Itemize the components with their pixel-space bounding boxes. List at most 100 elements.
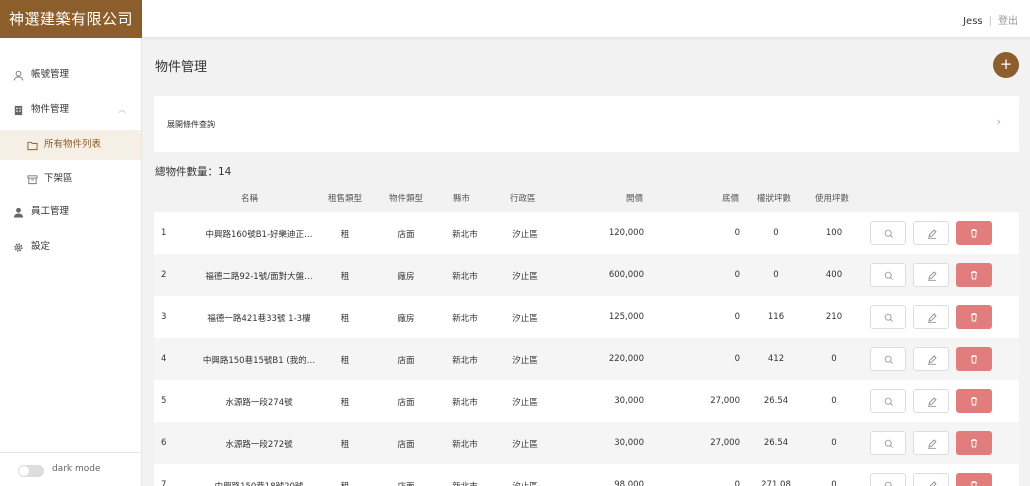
delete-button[interactable]: [956, 305, 992, 329]
user-separator: |: [988, 16, 992, 27]
view-button[interactable]: [870, 347, 906, 371]
view-button[interactable]: [870, 263, 906, 287]
city: 新北市: [452, 398, 478, 408]
property-name: 水源路一段274號: [225, 398, 293, 408]
view-button[interactable]: [870, 473, 906, 486]
column-header: 使用坪數: [815, 194, 850, 204]
edit-button[interactable]: [913, 389, 949, 413]
floor-price: 0: [734, 480, 740, 486]
district: 汐止區: [512, 440, 538, 450]
view-button[interactable]: [870, 431, 906, 455]
pencil-icon: [928, 229, 937, 239]
trash-icon: [971, 439, 977, 448]
sidebar-item-label: 員工管理: [31, 206, 70, 217]
delete-button[interactable]: [956, 221, 992, 245]
table-row: 6 水源路一段272號 租 店面 新北市 汐止區 30,000 27,000 26.54 0: [154, 422, 1019, 464]
rent-sale-type: 租: [340, 440, 350, 450]
column-header: 物件類型: [389, 194, 424, 204]
edit-button[interactable]: [913, 305, 949, 329]
table-row: 1 中興路160號B1-好樂迪正… 租 店面 新北市 汐止區 120,000 0 0 100: [154, 212, 1019, 254]
usable-ping: 210: [825, 312, 843, 322]
column-header: 開價: [626, 194, 644, 204]
floor-price: 27,000: [710, 438, 740, 448]
property-type: 店面: [397, 230, 415, 240]
floor-price: 27,000: [710, 396, 740, 406]
district: 汐止區: [512, 356, 538, 366]
property-type: 店面: [389, 480, 423, 486]
sidebar-item-archive[interactable]: 下架區: [0, 164, 141, 194]
search-icon: [884, 229, 893, 238]
trash-icon: [971, 481, 977, 486]
row-index: 7: [161, 480, 167, 486]
trash-icon: [971, 271, 977, 280]
building-icon: [14, 105, 23, 116]
table-header: 名稱 租售類型 物件類型 縣市 行政區 開價 底價 權狀坪數 使用坪數: [154, 184, 1019, 212]
rent-sale-type: 租: [340, 230, 350, 240]
sidebar-item-accounts[interactable]: 帳號管理: [0, 60, 141, 90]
column-header: 行政區: [510, 194, 536, 204]
filter-panel[interactable]: 展開條件查詢 ›: [154, 96, 1019, 152]
delete-button[interactable]: [956, 347, 992, 371]
city: 新北市: [452, 314, 478, 324]
table-row: 5 水源路一段274號 租 店面 新北市 汐止區 30,000 27,000 26.54 0: [154, 380, 1019, 422]
pencil-icon: [928, 271, 937, 281]
company-logo[interactable]: 神選建築有限公司: [0, 0, 142, 38]
table-row: 3 福德一路421巷33號 1-3樓 租 廠房 新北市 汐止區 125,000 0 116 210: [154, 296, 1019, 338]
user-area: Jess | 登出: [963, 12, 1018, 27]
property-name: 福德一路421巷33號 1-3樓: [207, 314, 311, 324]
registered-ping: 0: [773, 228, 779, 238]
dark-mode-toggle[interactable]: [18, 465, 44, 477]
pencil-icon: [928, 397, 937, 407]
sidebar-item-settings[interactable]: 設定: [0, 232, 141, 262]
add-property-button[interactable]: +: [993, 52, 1019, 78]
sidebar-item-properties[interactable]: 物件管理 ︿: [0, 95, 141, 125]
delete-button[interactable]: [956, 263, 992, 287]
logout-link[interactable]: 登出: [998, 16, 1018, 27]
search-icon: [884, 397, 893, 406]
dark-mode-row: dark mode: [0, 452, 141, 486]
delete-button[interactable]: [956, 473, 992, 486]
edit-button[interactable]: [913, 263, 949, 287]
registered-ping: 412: [767, 354, 785, 364]
user-icon: [13, 70, 24, 81]
city: 新北市: [452, 230, 478, 240]
property-type: 店面: [397, 398, 415, 408]
city: 新北市: [447, 480, 483, 486]
asking-price: 600,000: [608, 270, 644, 280]
district: 汐止區: [512, 314, 538, 324]
asking-price: 30,000: [614, 396, 644, 406]
table-row: 7 中興路150巷18號20號租 店面 新北市 汐止區 98,000 0 271.08 0: [154, 464, 1019, 486]
usable-ping: 100: [825, 228, 843, 238]
gear-icon: [14, 243, 23, 252]
edit-button[interactable]: [913, 431, 949, 455]
view-button[interactable]: [870, 305, 906, 329]
property-type: 廠房: [397, 314, 415, 324]
chevron-right-icon: ›: [996, 115, 1001, 128]
delete-button[interactable]: [956, 431, 992, 455]
sidebar-item-employees[interactable]: 員工管理: [0, 197, 141, 227]
view-button[interactable]: [870, 389, 906, 413]
trash-icon: [971, 355, 977, 364]
sidebar-item-label: 設定: [31, 241, 51, 252]
view-button[interactable]: [870, 221, 906, 245]
username[interactable]: Jess: [963, 16, 983, 27]
property-name: 福德二路92-1號/面對大盤…: [205, 272, 313, 282]
edit-button[interactable]: [913, 473, 949, 486]
edit-button[interactable]: [913, 347, 949, 371]
search-icon: [884, 439, 893, 448]
floor-price: 0: [734, 270, 740, 280]
rent-sale-type: 租: [328, 480, 362, 486]
search-icon: [884, 355, 893, 364]
sidebar: 帳號管理 物件管理 ︿ 所有物件列表 下架區 員工管理 設定 dark mode: [0, 38, 142, 486]
pencil-icon: [928, 439, 937, 449]
row-index: 1: [161, 228, 167, 238]
edit-button[interactable]: [913, 221, 949, 245]
sidebar-item-all-properties[interactable]: 所有物件列表: [0, 130, 141, 160]
table-body: 1 中興路160號B1-好樂迪正… 租店面 新北市 汐止區 120,000 0 0 100 2 福德…: [154, 212, 1019, 486]
pencil-icon: [929, 481, 937, 486]
delete-button[interactable]: [956, 389, 992, 413]
pencil-icon: [928, 313, 937, 323]
row-index: 2: [161, 270, 167, 280]
city: 新北市: [452, 356, 478, 366]
chevron-up-icon: ︿: [118, 105, 126, 114]
